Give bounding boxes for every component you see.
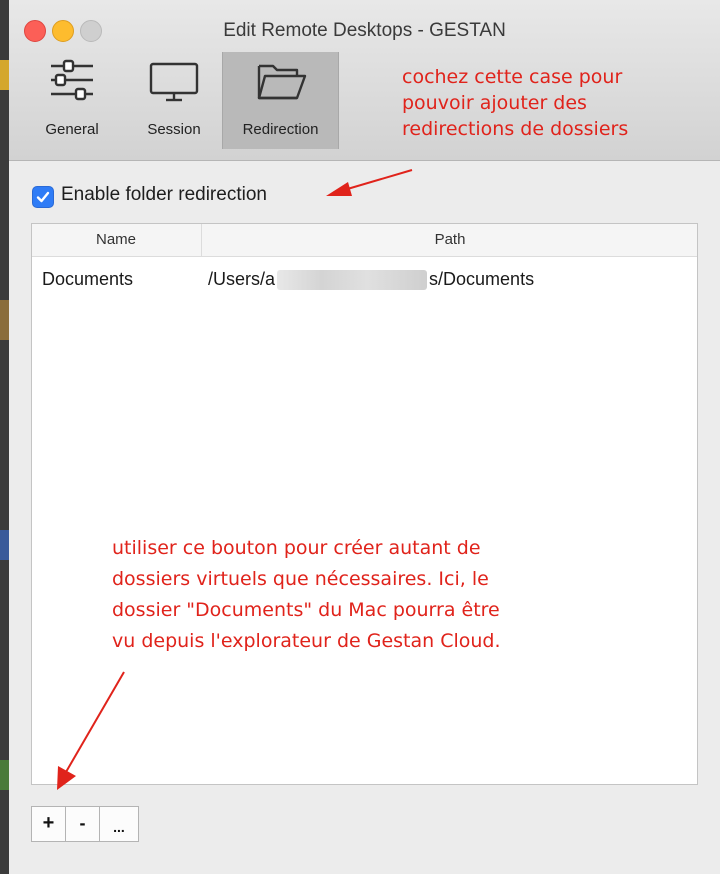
more-options-button[interactable]: ...	[99, 806, 139, 842]
annotation-line: pouvoir ajouter des	[402, 92, 587, 114]
path-start: /Users/a	[208, 269, 276, 289]
column-header-path[interactable]: Path	[201, 224, 698, 256]
enable-folder-redirection-checkbox[interactable]	[32, 186, 54, 208]
general-sliders-icon	[51, 59, 93, 101]
redirection-table: Name Path Documents /Users/a s/Documents	[31, 223, 698, 785]
annotation-line: dossiers virtuels que nécessaires. Ici, …	[112, 568, 489, 590]
edit-remote-desktops-window: Edit Remote Desktops - GESTAN General Se…	[9, 0, 720, 874]
annotation-add-button-hint: utiliser ce bouton pour créer autant de …	[112, 533, 612, 657]
enable-folder-redirection-label[interactable]: Enable folder redirection	[61, 184, 267, 206]
path-end: s/Documents	[429, 269, 535, 289]
tab-general-label: General	[45, 121, 99, 138]
session-monitor-icon	[149, 62, 199, 102]
table-row[interactable]: Documents /Users/a s/Documents	[32, 262, 697, 296]
column-header-name[interactable]: Name	[32, 224, 200, 256]
annotation-line: redirections de dossiers	[402, 118, 629, 140]
tab-general[interactable]: General	[27, 52, 117, 149]
desktop-edge	[0, 0, 9, 874]
checkmark-icon	[36, 191, 50, 203]
tab-session[interactable]: Session	[124, 52, 224, 149]
remove-button[interactable]: -	[65, 806, 100, 842]
row-path-cell: /Users/a s/Documents	[208, 262, 534, 296]
table-header: Name Path	[32, 224, 697, 257]
annotation-line: vu depuis l'explorateur de Gestan Cloud.	[112, 630, 501, 652]
tab-redirection-label: Redirection	[242, 121, 319, 138]
tab-session-label: Session	[147, 121, 201, 138]
annotation-line: dossier "Documents" du Mac pourra être	[112, 599, 500, 621]
annotation-checkbox-hint: cochez cette case pour pouvoir ajouter d…	[402, 64, 720, 142]
annotation-line: utiliser ce bouton pour créer autant de	[112, 537, 481, 559]
redacted-username	[277, 270, 428, 291]
window-title: Edit Remote Desktops - GESTAN	[223, 20, 506, 41]
row-name-cell: Documents	[42, 269, 134, 289]
redirection-folder-icon	[257, 64, 306, 100]
annotation-line: cochez cette case pour	[402, 66, 623, 88]
tab-redirection[interactable]: Redirection	[222, 52, 339, 149]
add-button[interactable]: +	[31, 806, 66, 842]
